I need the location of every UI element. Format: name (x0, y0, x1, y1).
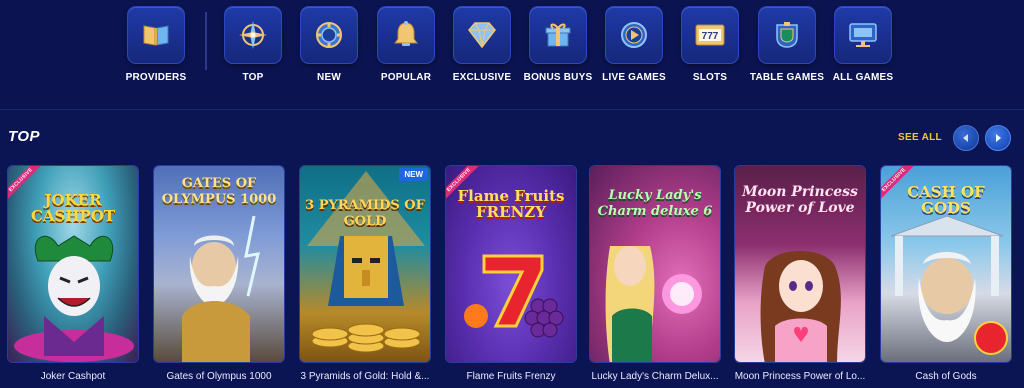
gift-icon (545, 23, 571, 47)
game-title[interactable]: Flame Fruits Frenzy (445, 371, 577, 382)
category-label: EXCLUSIVE (452, 72, 512, 83)
category-label: SLOTS (692, 72, 728, 83)
chip-icon (316, 22, 342, 48)
game-art-title: Moon Princess Power of Love (742, 184, 858, 216)
game-thumbnail: Moon Princess Power of Love (735, 166, 865, 362)
game-thumbnail: 3 PYRAMIDS OF GOLD (300, 166, 430, 362)
category-tile (529, 6, 587, 64)
game-art-title: JOKER CASHPOT (30, 191, 116, 225)
category-tile (127, 6, 185, 64)
category-label: POPULAR (380, 72, 432, 83)
slot-777-icon: 777 (695, 24, 725, 46)
game-card-3-pyramids-of-gold[interactable]: 3 PYRAMIDS OF GOLD NEW (299, 165, 431, 363)
category-label: PROVIDERS (125, 72, 187, 83)
game-title[interactable]: Cash of Gods (880, 371, 1012, 382)
category-label: ALL GAMES (832, 72, 894, 83)
game-card-gates-of-olympus-1000[interactable]: GATES OF OLYMPUS 1000 (153, 165, 285, 363)
new-badge: NEW (399, 168, 428, 181)
category-top[interactable]: TOP (213, 6, 293, 84)
category-popular[interactable]: POPULAR (366, 6, 446, 84)
book-icon (143, 25, 169, 46)
game-thumbnail: Flame Fruits FRENZY (446, 166, 576, 362)
category-label: TOP (242, 72, 264, 83)
game-title[interactable]: Lucky Lady's Charm Delux... (589, 371, 721, 382)
game-title[interactable]: Moon Princess Power of Lo... (734, 371, 866, 382)
game-thumbnail: CASH OF GODS (881, 166, 1011, 362)
category-label: BONUS BUYS (523, 72, 593, 83)
game-card-cash-of-gods[interactable]: CASH OF GODS EXCLUSIVE (880, 165, 1012, 363)
chevron-left-icon (963, 134, 968, 142)
category-table-games[interactable]: TABLE GAMES (747, 6, 827, 84)
category-tile (834, 6, 892, 64)
game-art-title: CASH OF GODS (907, 183, 985, 217)
category-tile (300, 6, 358, 64)
game-thumbnail: Lucky Lady's Charm deluxe 6 (590, 166, 720, 362)
category-tile (224, 6, 282, 64)
svg-text:777: 777 (702, 31, 719, 42)
carousel-prev-button[interactable] (953, 125, 979, 151)
game-card-joker-cashpot[interactable]: JOKER CASHPOT EXCLUSIVE (7, 165, 139, 363)
category-tile: 777 (681, 6, 739, 64)
category-slots[interactable]: 777 SLOTS (670, 6, 750, 84)
game-card-moon-princess-power-of-love[interactable]: Moon Princess Power of Love (734, 165, 866, 363)
game-art-title: GATES OF OLYMPUS 1000 (161, 176, 277, 207)
game-art-title: Lucky Lady's Charm deluxe 6 (597, 188, 713, 219)
game-title[interactable]: Joker Cashpot (7, 371, 139, 382)
game-thumbnail: JOKER CASHPOT (8, 166, 138, 362)
category-live-games[interactable]: LIVE GAMES (594, 6, 674, 84)
game-card-lucky-ladys-charm-deluxe[interactable]: Lucky Lady's Charm deluxe 6 (589, 165, 721, 363)
category-providers[interactable]: PROVIDERS (116, 6, 196, 84)
category-new[interactable]: NEW (289, 6, 369, 84)
category-label: LIVE GAMES (602, 72, 666, 83)
chevron-right-icon (996, 134, 1001, 142)
category-tile (377, 6, 435, 64)
game-thumbnail: GATES OF OLYMPUS 1000 (154, 166, 284, 362)
table-icon (776, 22, 798, 48)
compass-icon (239, 21, 267, 49)
game-card-flame-fruits-frenzy[interactable]: Flame Fruits FRENZY EXCLUSIVE (445, 165, 577, 363)
carousel-next-button[interactable] (985, 125, 1011, 151)
category-all-games[interactable]: ALL GAMES (823, 6, 903, 84)
bell-icon (394, 21, 418, 46)
see-all-link[interactable]: SEE ALL (898, 132, 942, 143)
section-title: TOP (8, 128, 41, 145)
category-label: NEW (317, 72, 341, 83)
category-bonus-buys[interactable]: BONUS BUYS (518, 6, 598, 84)
monitor-icon (849, 23, 877, 47)
game-title[interactable]: Gates of Olympus 1000 (153, 371, 285, 382)
game-title[interactable]: 3 Pyramids of Gold: Hold &... (299, 371, 431, 382)
category-label: TABLE GAMES (749, 72, 825, 83)
diamond-icon (468, 22, 496, 49)
category-bar: PROVIDERS TOP NEW POPULAR EXCLUSIVE BONU… (0, 0, 1024, 110)
game-art-title: 3 PYRAMIDS OF GOLD (305, 198, 425, 229)
game-art-title: Flame Fruits FRENZY (457, 187, 565, 221)
category-tile (758, 6, 816, 64)
category-tile (453, 6, 511, 64)
category-tile (605, 6, 663, 64)
category-exclusive[interactable]: EXCLUSIVE (442, 6, 522, 84)
play-icon (621, 22, 647, 48)
category-divider (205, 12, 207, 70)
